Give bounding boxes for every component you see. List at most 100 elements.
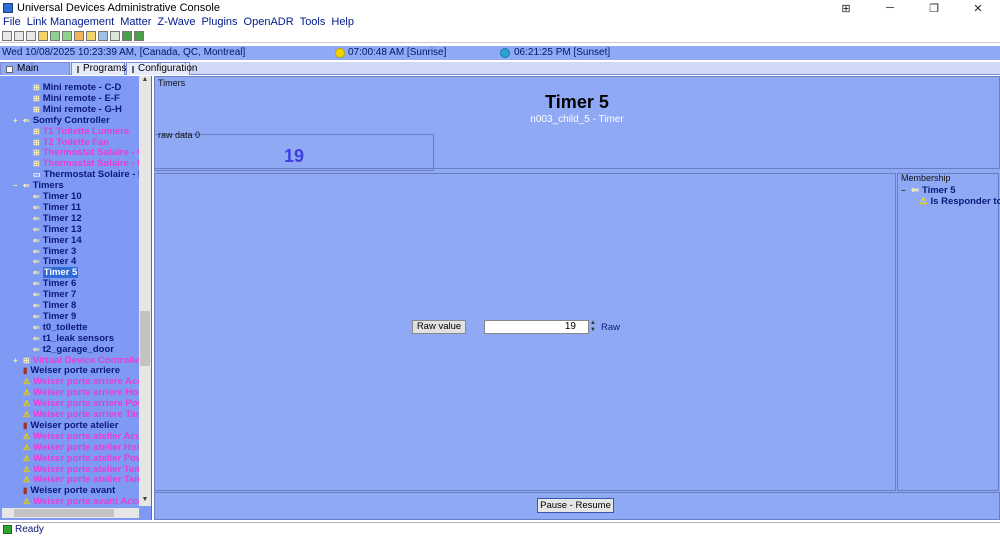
- add-device-icon[interactable]: [50, 30, 60, 41]
- raw-value-button[interactable]: Raw value: [412, 320, 466, 334]
- warn-icon: ⚠: [23, 442, 31, 452]
- tab-programs[interactable]: Programs: [71, 62, 126, 75]
- menu-tools[interactable]: Tools: [297, 16, 329, 29]
- arrow-icon: ⇐: [33, 192, 40, 201]
- app-icon: [3, 3, 13, 13]
- tree-item[interactable]: ▮ Weiser porte arriere: [23, 365, 120, 376]
- raw-value-input[interactable]: 19: [484, 320, 589, 334]
- tree-item[interactable]: ⊞ Thermostat Solaire - Hea: [33, 158, 151, 169]
- tree-item[interactable]: ⇐ t0_toilette: [33, 322, 88, 333]
- scroll-thumb[interactable]: [140, 311, 150, 366]
- tree-vertical-scrollbar[interactable]: ▲ ▼: [139, 76, 151, 506]
- tree-item[interactable]: ⇐ Timer 13: [33, 224, 82, 235]
- membership-role-row[interactable]: ⚠ Is Responder to: [919, 196, 1000, 207]
- menu-file[interactable]: File: [0, 16, 24, 29]
- program-icon[interactable]: [98, 30, 108, 41]
- window-title: Universal Devices Administrative Console: [17, 2, 220, 14]
- minimize-button[interactable]: ─: [868, 0, 912, 16]
- collapse-icon[interactable]: −: [13, 180, 20, 191]
- expand-icon[interactable]: +: [13, 115, 20, 126]
- pause-resume-button[interactable]: Pause - Resume: [537, 498, 614, 513]
- warn-icon: ⚠: [23, 388, 31, 398]
- menu-link-management[interactable]: Link Management: [24, 16, 117, 29]
- tree-item[interactable]: ⇐ t1_leak sensors: [33, 333, 114, 344]
- tree-item[interactable]: ⚠ Weiser porte atelier Tam: [23, 474, 143, 485]
- title-bar: Universal Devices Administrative Console…: [0, 0, 1000, 16]
- menu-zwave[interactable]: Z-Wave: [154, 16, 198, 29]
- tree-item[interactable]: ⚠ Weiser porte atelier Tam: [23, 464, 143, 475]
- maximize-button[interactable]: ❐: [912, 0, 956, 16]
- tree-item[interactable]: ⇐ Timer 11: [33, 202, 81, 213]
- tree-item[interactable]: ⚠ Weiser porte arriere Hom: [23, 387, 147, 398]
- tree-item[interactable]: ▮ Weiser porte avant: [23, 485, 115, 496]
- node-details-panel: Timers Timer 5 n003_child_5 - Timer raw …: [154, 76, 1000, 520]
- link-icon[interactable]: [134, 30, 144, 41]
- tree-item-label: Weiser porte atelier Tam: [33, 463, 143, 475]
- hscroll-thumb[interactable]: [14, 509, 114, 517]
- tree-item[interactable]: ⇐ Timer 6: [33, 278, 76, 289]
- tree-item-label: Weiser porte atelier Hom: [33, 441, 145, 453]
- tree-item[interactable]: ⊞ T2 Toilette Fan: [33, 137, 109, 148]
- variables-icon[interactable]: [110, 30, 120, 41]
- membership-group-row[interactable]: − ⇐ Timer 5: [901, 185, 956, 196]
- menu-openadr[interactable]: OpenADR: [241, 16, 297, 29]
- raw-data-value: 19: [284, 146, 305, 166]
- tree-item[interactable]: ⚠ Weiser porte arriere Tam: [23, 409, 144, 420]
- tree-item[interactable]: ⊞ Mini remote - C-D: [33, 82, 121, 93]
- tree-item-label: Weiser porte avant: [30, 485, 116, 497]
- info-bar: Wed 10/08/2025 10:23:39 AM, [Canada, QC,…: [0, 46, 1000, 60]
- device-tree[interactable]: ⊞ Mini remote - C-D ⊞ Mini remote - E-F ⊞ Min…: [0, 76, 152, 520]
- tree-item[interactable]: ⇐ Timer 7: [33, 289, 76, 300]
- tree-item[interactable]: ⚠ Weiser porte atelier Hom: [23, 442, 145, 453]
- refresh-icon[interactable]: [62, 30, 72, 41]
- tab-main[interactable]: Main: [0, 62, 70, 75]
- tree-item[interactable]: ⇐ Timer 5: [33, 267, 79, 279]
- tab-configuration[interactable]: Configuration: [126, 62, 197, 75]
- folder-icon[interactable]: [38, 30, 48, 41]
- arrow-icon: ⇐: [33, 235, 40, 245]
- tree-item[interactable]: ⇐ Timer 8: [33, 300, 76, 311]
- snap-layout-button[interactable]: ⊞: [824, 0, 868, 16]
- menu-plugins[interactable]: Plugins: [198, 16, 240, 29]
- tree-item-label: Weiser porte arriere Tam: [33, 409, 145, 420]
- tree-item[interactable]: ⇐ Timer 12: [33, 213, 82, 224]
- tree-item[interactable]: ⇐ Timer 3: [33, 246, 76, 257]
- tree-item[interactable]: ▮ Weiser porte atelier: [23, 420, 118, 431]
- tree-item[interactable]: ⊞ T1 Toilette Lumiere: [33, 126, 129, 137]
- expand-all-icon[interactable]: [2, 30, 12, 41]
- query-icon[interactable]: [74, 30, 84, 41]
- scenes-icon[interactable]: [26, 30, 36, 41]
- menu-help[interactable]: Help: [328, 16, 357, 29]
- tree-item[interactable]: ⊞ Mini remote - E-F: [33, 93, 120, 104]
- tree-item[interactable]: ⚠ Weiser porte atelier Pow: [23, 453, 143, 464]
- collapse-icon[interactable]: −: [901, 186, 908, 195]
- tree-item[interactable]: ⇐ Timer 9: [33, 311, 76, 322]
- tree-item[interactable]: ⊞ Mini remote - G-H: [33, 104, 122, 115]
- tree-item[interactable]: ▭ Thermostat Solaire - Mai: [33, 169, 151, 180]
- tree-item[interactable]: ⇐ Timer 10: [33, 191, 82, 202]
- tree-item[interactable]: ⇐ Timer 4: [33, 256, 76, 267]
- collapse-all-icon[interactable]: [14, 30, 24, 41]
- tree-item[interactable]: ⇐ Timer 14: [33, 235, 82, 246]
- settings-icon[interactable]: [86, 30, 96, 41]
- tree-item[interactable]: − ⇐ Timers: [13, 180, 64, 191]
- close-button[interactable]: ✕: [956, 0, 1000, 16]
- expand-icon[interactable]: +: [13, 355, 20, 366]
- tree-item[interactable]: ⇐ t2_garage_door: [33, 344, 114, 355]
- tree-item[interactable]: + ⇐ Somfy Controller: [13, 115, 110, 126]
- window-controls: ⊞ ─ ❐ ✕: [824, 0, 1000, 16]
- tree-item[interactable]: ⚠ Weiser porte avant Acce: [23, 496, 143, 507]
- tree-item[interactable]: ⚠ Weiser porte arriere Pow: [23, 398, 145, 409]
- warn-icon: ⚠: [23, 497, 31, 507]
- scroll-down-icon[interactable]: ▼: [139, 496, 151, 506]
- tree-horizontal-scrollbar[interactable]: [2, 508, 139, 518]
- online-icon[interactable]: [122, 30, 132, 41]
- tree-item[interactable]: ⊞ Thermostat Solaire - Coo: [33, 147, 151, 158]
- menu-matter[interactable]: Matter: [117, 16, 154, 29]
- spinner-icon[interactable]: ▲ ▼: [589, 320, 597, 334]
- tree-item[interactable]: ⚠ Weiser porte arriere Acce: [23, 376, 148, 387]
- tree-item[interactable]: + ⊞ Virtual Device Controller: [13, 355, 143, 366]
- tree-item[interactable]: ⚠ Weiser porte atelier Acce: [23, 431, 146, 442]
- scroll-up-icon[interactable]: ▲: [139, 76, 151, 86]
- warn-icon: ⚠: [23, 377, 31, 387]
